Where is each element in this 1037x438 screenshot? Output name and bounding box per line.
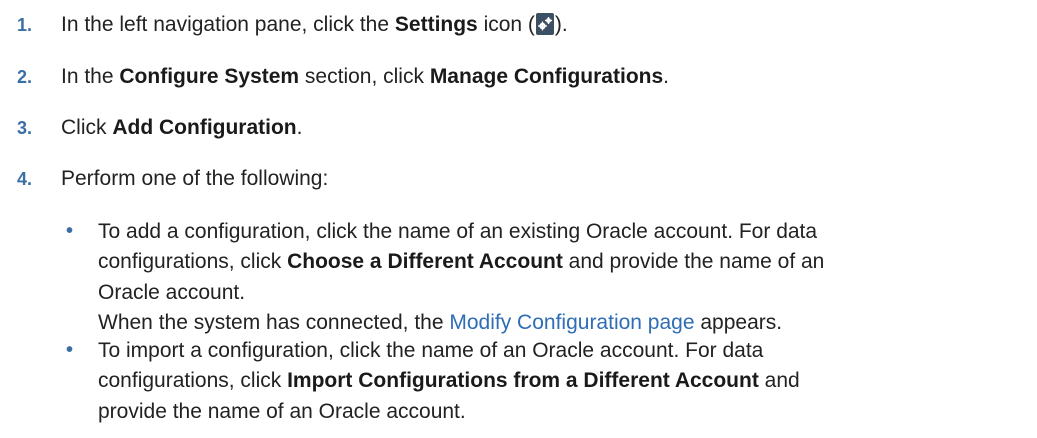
step-text: In the Configure System section, click M… [61, 62, 669, 92]
step-number: 4. [17, 169, 33, 189]
step-number: 1. [17, 15, 33, 35]
option-text-segment: configurations, click [98, 250, 288, 274]
step-text-segment: icon ( [477, 13, 535, 36]
step-text: Perform one of the following: [61, 167, 329, 190]
option-line: provide the name of an Oracle account. [98, 399, 466, 423]
option-text-segment: and provide the name of an [562, 250, 825, 274]
step-text-segment: . [296, 116, 303, 139]
option-text-segment: and [758, 369, 800, 393]
option-line: configurations, click Choose a Different… [98, 247, 998, 277]
settings-gear-icon [535, 13, 554, 35]
option-text: To add a configuration, click the name o… [98, 217, 998, 339]
ui-term-settings: Settings [394, 13, 478, 36]
option-text-segment: appears. [694, 311, 783, 335]
option-line: To import a configuration, click the nam… [98, 339, 764, 362]
ui-term-add-configuration: Add Configuration [112, 116, 297, 139]
step-number: 3. [17, 118, 33, 138]
step-text-segment: ). [554, 13, 568, 36]
instructions-page: 1. In the left navigation pane, click th… [0, 0, 1037, 438]
step-text: In the left navigation pane, click the S… [61, 10, 568, 40]
option-line: When the system has connected, the Modif… [98, 308, 998, 338]
modify-configuration-page-link[interactable]: Modify Configuration page [449, 311, 694, 334]
bullet-icon: • [66, 339, 74, 361]
ui-term-manage-configurations: Manage Configurations [429, 65, 664, 88]
step-text-segment: Click [61, 116, 113, 139]
option-text-segment: configurations, click [98, 369, 288, 393]
option-text-segment: When the system has connected, the [98, 311, 450, 335]
option-line: Oracle account. [98, 280, 246, 304]
ui-term-configure-system: Configure System [119, 65, 300, 88]
step-text-segment: section, click [299, 65, 430, 88]
bullet-icon: • [66, 220, 74, 242]
step-text: Click Add Configuration. [61, 113, 302, 143]
option-text: To import a configuration, click the nam… [98, 336, 998, 427]
step-text-segment: In the left navigation pane, click the [61, 13, 395, 36]
step-text-segment: . [663, 65, 669, 88]
step-number: 2. [17, 67, 33, 87]
step-text-segment: In the [61, 65, 120, 88]
option-line: configurations, click Import Configurati… [98, 366, 998, 396]
option-line: To add a configuration, click the name o… [98, 220, 818, 243]
ui-term-choose-different-account: Choose a Different Account [287, 250, 563, 274]
ui-term-import-configurations: Import Configurations from a Different A… [287, 369, 759, 393]
